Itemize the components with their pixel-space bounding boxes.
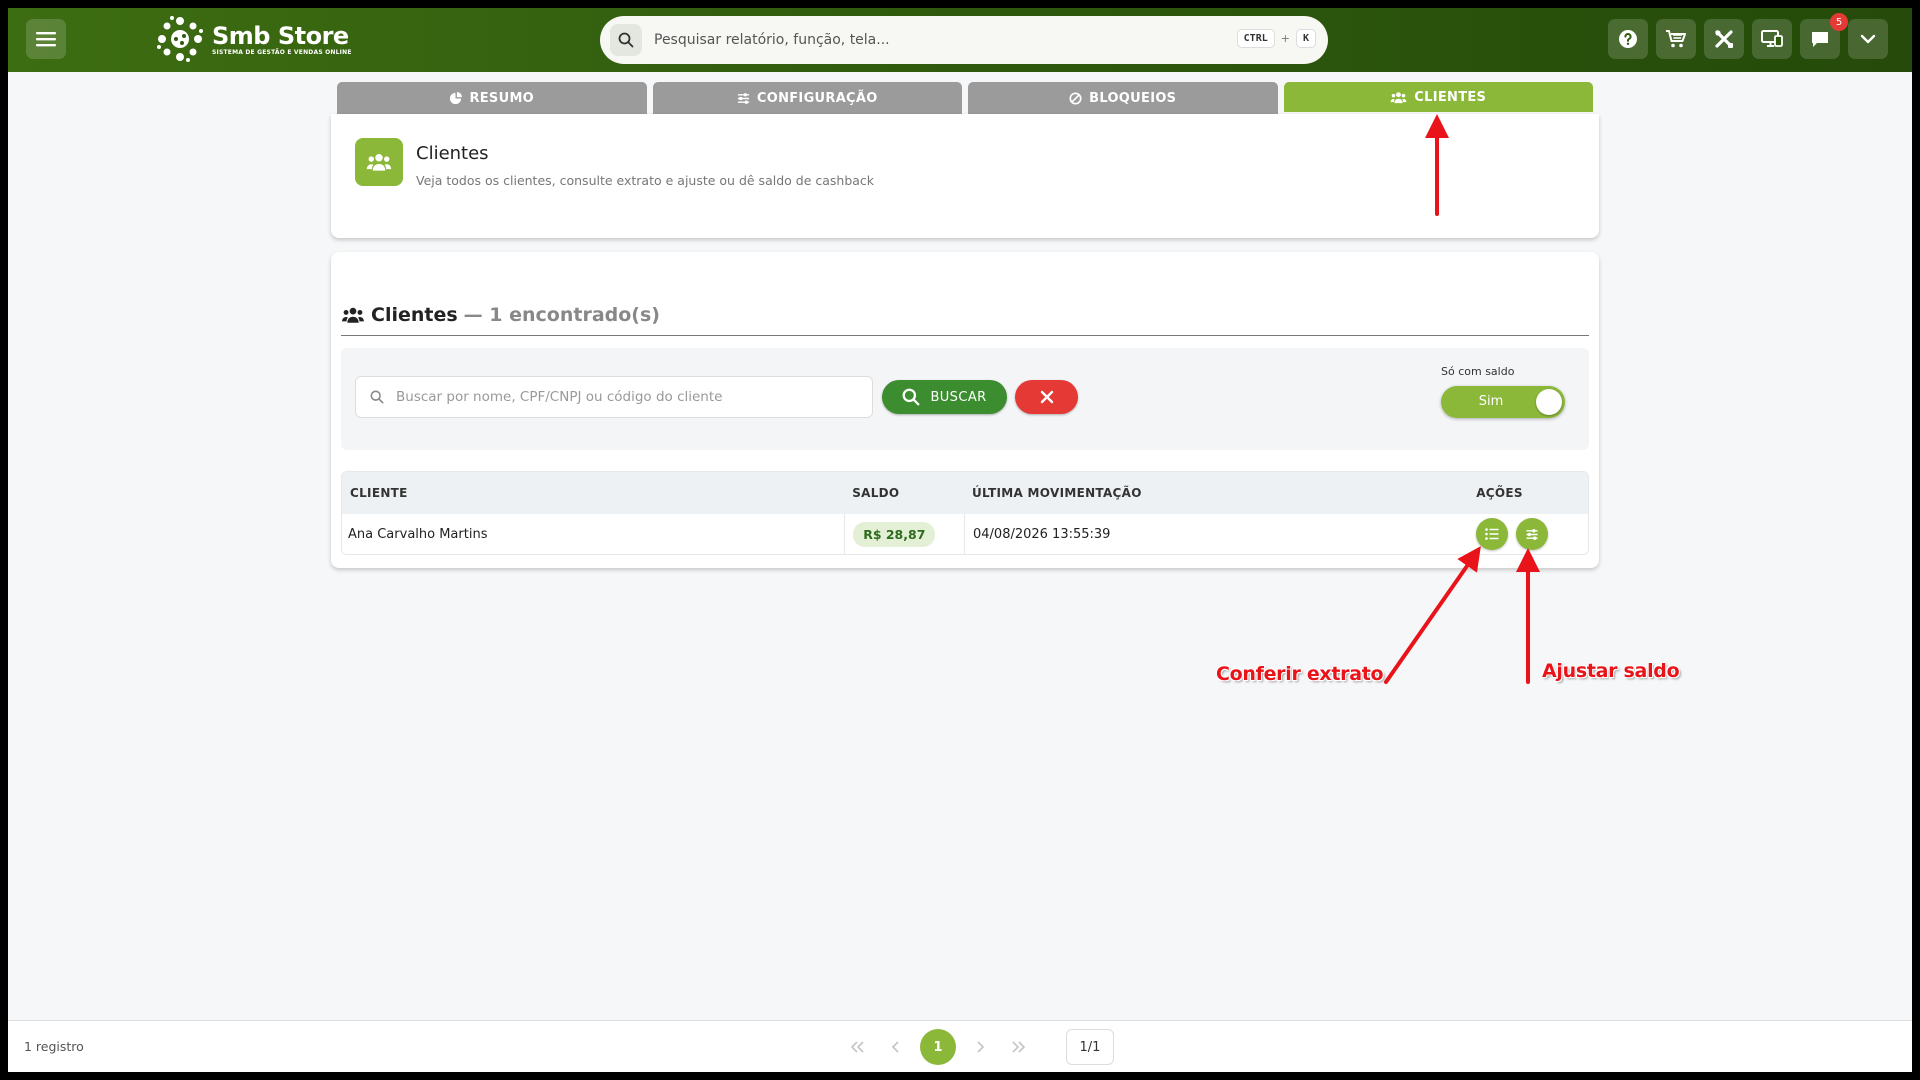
screen-icon	[1761, 30, 1783, 47]
balance-only-toggle[interactable]: Sim	[1441, 386, 1565, 418]
tab-bloqueios[interactable]: BLOQUEIOS	[968, 82, 1278, 114]
pagination: 1 1/1	[844, 1029, 1114, 1065]
messages-button[interactable]: 5	[1800, 13, 1848, 59]
clients-list-card: Clientes — 1 encontrado(s) BUSCAR Só com…	[331, 252, 1599, 568]
balance-toggle-label: Só com saldo	[1441, 365, 1515, 378]
global-search-input[interactable]	[654, 32, 1214, 48]
close-icon	[1040, 390, 1053, 404]
prev-page-button[interactable]	[882, 1029, 910, 1065]
sliders-icon	[737, 92, 749, 104]
tab-clientes[interactable]: CLIENTES	[1283, 82, 1593, 112]
user-menu-button[interactable]	[1848, 19, 1888, 59]
toggle-value: Sim	[1478, 394, 1504, 409]
search-icon	[370, 390, 384, 404]
table-row: Ana Carvalho Martins R$ 28,87 04/08/2026…	[342, 514, 1588, 554]
list-title: Clientes	[371, 303, 458, 326]
section-tabs: RESUMO CONFIGURAÇÃO BLOQUEIOS CLIENTES	[337, 82, 1593, 114]
arrow-to-extrato	[1384, 546, 1481, 684]
page-1-button[interactable]: 1	[920, 1029, 956, 1065]
search-icon	[903, 388, 920, 406]
col-cliente[interactable]: CLIENTE	[342, 472, 844, 514]
tab-resumo-label: RESUMO	[469, 90, 535, 106]
tools-icon	[1715, 30, 1733, 48]
double-chevron-left-icon	[851, 1041, 864, 1053]
chevron-left-icon	[892, 1041, 899, 1053]
chevron-right-icon	[977, 1041, 984, 1053]
chat-icon	[1812, 32, 1828, 47]
users-icon	[342, 307, 364, 323]
annotation-conferir-extrato: Conferir extrato	[1216, 663, 1384, 685]
top-bar: Smb Store SISTEMA DE GESTÃO E VENDAS ONL…	[8, 8, 1912, 72]
footer: 1 registro 1 1/1	[8, 1020, 1912, 1072]
col-ultima-movimentacao[interactable]: ÚLTIMA MOVIMENTAÇÃO	[964, 472, 1468, 514]
tab-resumo[interactable]: RESUMO	[337, 82, 647, 114]
menu-button[interactable]	[26, 19, 66, 59]
cart-icon	[1666, 30, 1686, 48]
search-shortcut: CTRL + K	[1236, 29, 1316, 48]
page-description: Veja todos os clientes, consulte extrato…	[416, 173, 875, 188]
help-icon	[1619, 30, 1637, 48]
cell-acoes	[1468, 514, 1588, 554]
client-search-field[interactable]	[355, 376, 873, 418]
sliders-icon	[1526, 528, 1538, 540]
list-count: — 1 encontrado(s)	[463, 303, 660, 326]
help-button[interactable]	[1608, 19, 1648, 59]
table-header: CLIENTE SALDO ÚLTIMA MOVIMENTAÇÃO AÇÕES	[342, 472, 1588, 514]
first-page-button[interactable]	[844, 1029, 872, 1065]
last-page-button[interactable]	[1004, 1029, 1032, 1065]
cell-ultima-movimentacao: 04/08/2026 13:55:39	[964, 514, 1468, 554]
app-frame: Smb Store SISTEMA DE GESTÃO E VENDAS ONL…	[8, 8, 1912, 1072]
global-search[interactable]: CTRL + K	[600, 16, 1328, 64]
screen-button[interactable]	[1752, 19, 1792, 59]
notification-badge: 5	[1830, 13, 1848, 31]
tab-configuracao[interactable]: CONFIGURAÇÃO	[652, 82, 962, 114]
pie-chart-icon	[450, 91, 463, 104]
shortcut-plus: +	[1280, 32, 1290, 45]
adjust-balance-button[interactable]	[1516, 518, 1549, 550]
search-icon	[610, 24, 642, 56]
annotation-ajustar-saldo: Ajustar saldo	[1542, 660, 1680, 682]
tab-clientes-label: CLIENTES	[1414, 89, 1487, 105]
users-icon	[1390, 91, 1407, 103]
list-heading: Clientes — 1 encontrado(s)	[341, 294, 1589, 336]
buscar-label: BUSCAR	[930, 389, 987, 405]
tab-bloqueios-label: BLOQUEIOS	[1089, 90, 1177, 106]
filter-panel: BUSCAR Só com saldo Sim	[341, 348, 1589, 450]
tab-configuracao-label: CONFIGURAÇÃO	[756, 90, 878, 106]
page-title: Clientes	[416, 143, 489, 164]
app-name: Smb Store	[212, 21, 349, 50]
shortcut-ctrl: CTRL	[1236, 29, 1275, 48]
double-chevron-right-icon	[1012, 1041, 1025, 1053]
page-header-card: Clientes Veja todos os clientes, consult…	[331, 114, 1599, 238]
tools-button[interactable]	[1704, 19, 1744, 59]
cart-button[interactable]	[1656, 19, 1696, 59]
next-page-button[interactable]	[966, 1029, 994, 1065]
record-count: 1 registro	[24, 1039, 84, 1054]
saldo-badge: R$ 28,87	[853, 521, 936, 547]
toggle-knob	[1536, 389, 1562, 415]
clients-table: CLIENTE SALDO ÚLTIMA MOVIMENTAÇÃO AÇÕES …	[341, 471, 1589, 555]
page-indicator: 1/1	[1066, 1029, 1114, 1065]
app-subtitle: SISTEMA DE GESTÃO E VENDAS ONLINE	[212, 48, 352, 56]
cell-saldo: R$ 28,87	[844, 514, 964, 554]
shortcut-k: K	[1295, 29, 1316, 48]
buscar-button[interactable]: BUSCAR	[882, 380, 1007, 414]
top-actions: 5	[1608, 13, 1888, 59]
view-statement-button[interactable]	[1476, 518, 1509, 550]
cell-cliente: Ana Carvalho Martins	[348, 526, 488, 542]
col-acoes: AÇÕES	[1476, 486, 1523, 500]
list-icon	[1485, 528, 1499, 540]
app-logo[interactable]: Smb Store SISTEMA DE GESTÃO E VENDAS ONL…	[156, 14, 352, 64]
block-icon	[1069, 91, 1082, 105]
logo-dots-icon	[157, 16, 203, 62]
clear-filter-button[interactable]	[1015, 380, 1078, 414]
col-saldo[interactable]: SALDO	[844, 472, 964, 514]
hamburger-icon	[36, 32, 56, 47]
chevron-down-icon	[1860, 34, 1876, 44]
users-icon	[355, 138, 403, 186]
client-search-input[interactable]	[396, 389, 866, 405]
